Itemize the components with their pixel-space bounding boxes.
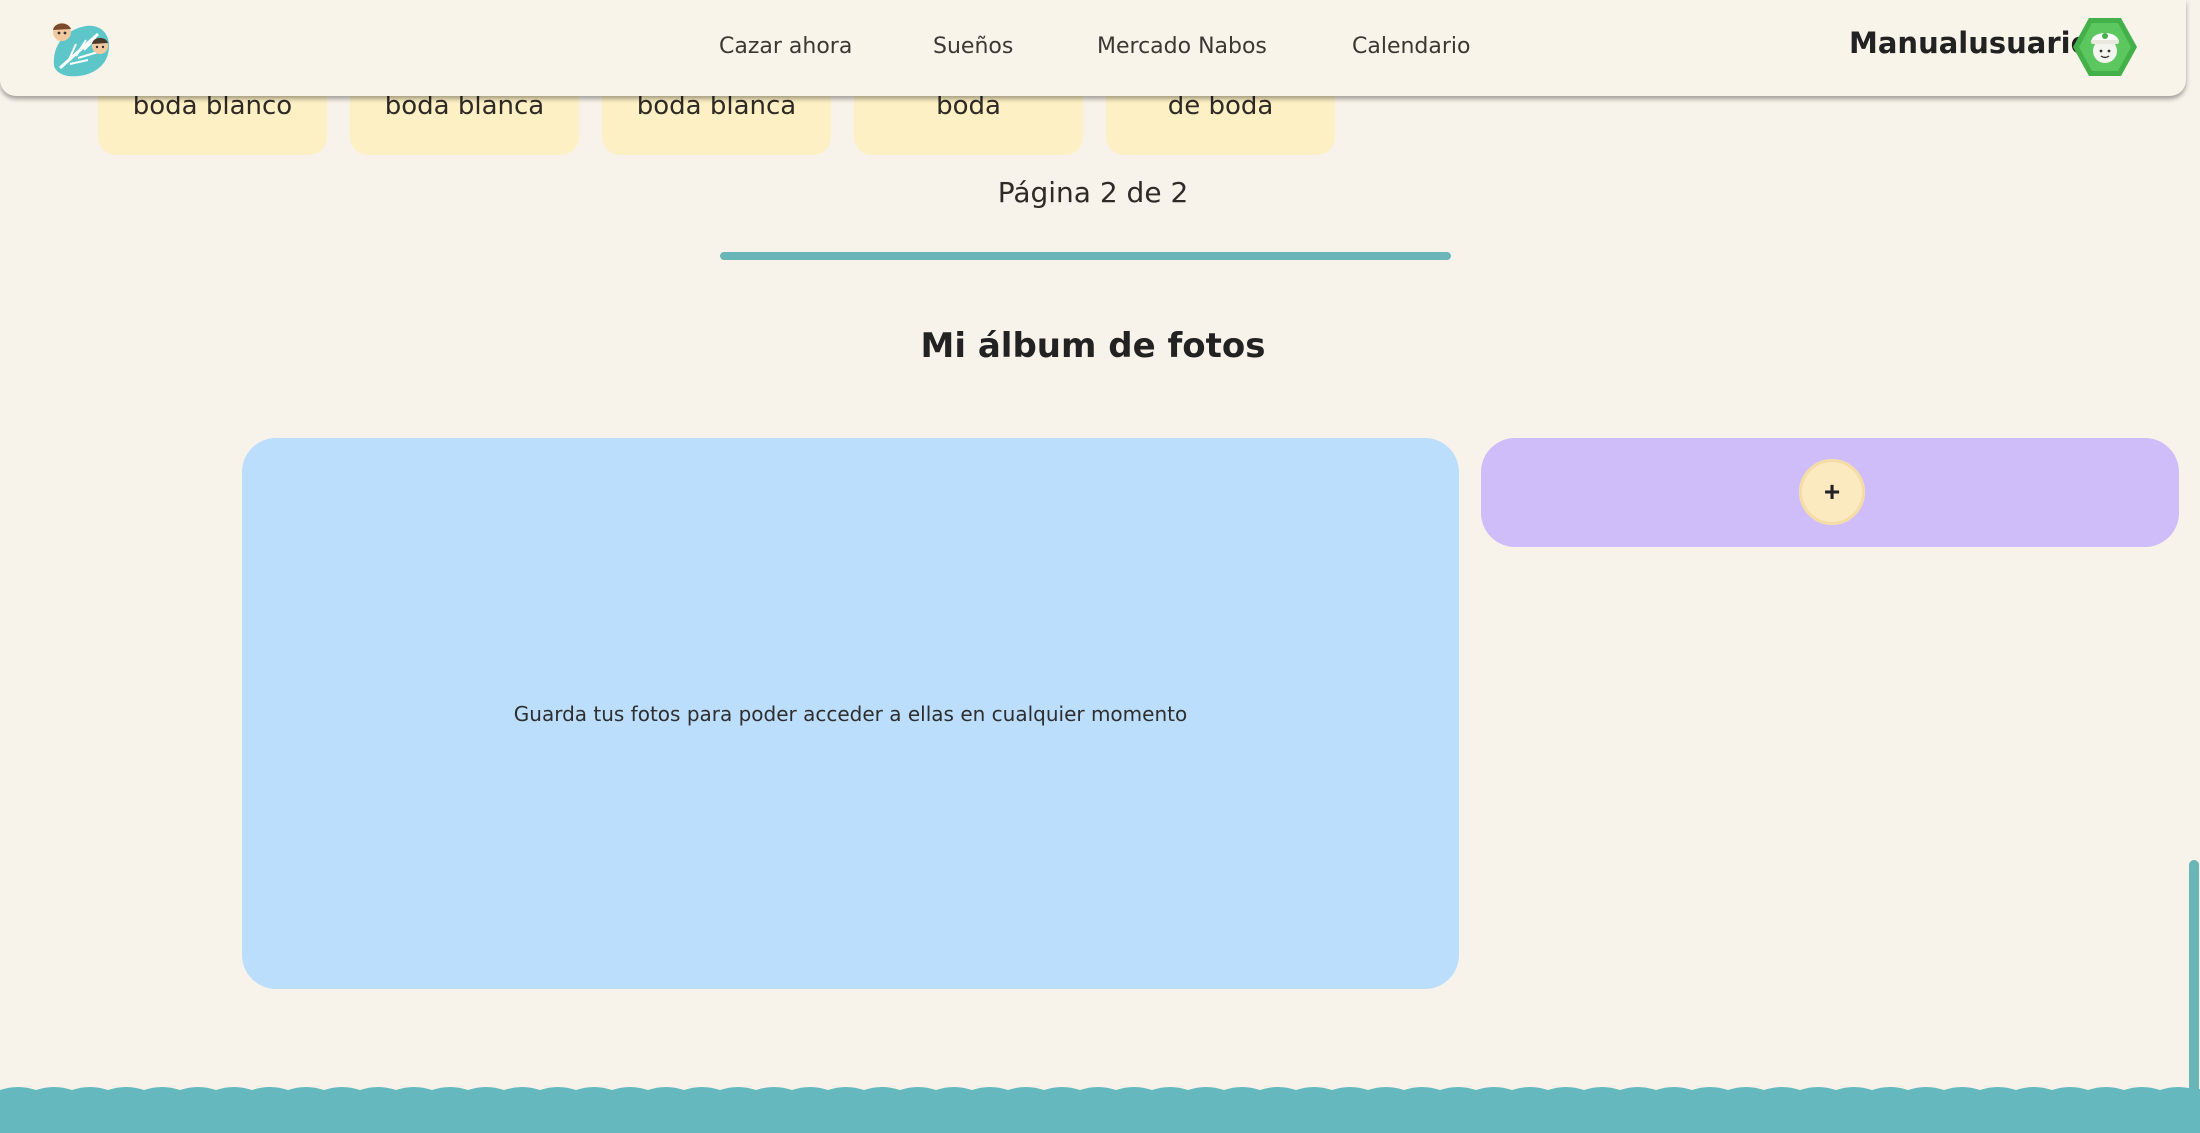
nav-calendario[interactable]: Calendario xyxy=(1352,0,1471,92)
nav-label: Cazar ahora xyxy=(719,33,853,59)
add-photo-panel: + xyxy=(1481,438,2179,547)
add-photo-button[interactable]: + xyxy=(1799,459,1865,525)
nav-mercado-nabos[interactable]: Mercado Nabos xyxy=(1097,0,1267,92)
nav-cazar-ahora[interactable]: Cazar ahora xyxy=(719,0,852,92)
top-navbar: Cazar ahora Sueños Mercado Nabos Calenda… xyxy=(0,0,2186,96)
footer-wave xyxy=(0,1080,2200,1133)
villager-avatar-icon[interactable] xyxy=(2072,16,2138,78)
album-title: Mi álbum de fotos xyxy=(920,326,1266,366)
leaf-logo-icon[interactable] xyxy=(46,16,116,80)
photo-album-panel: Guarda tus fotos para poder acceder a el… xyxy=(242,438,1459,989)
nav-suenos[interactable]: Sueños xyxy=(933,0,1013,92)
album-empty-message: Guarda tus fotos para poder acceder a el… xyxy=(513,701,1188,726)
nav-label: Calendario xyxy=(1352,33,1471,59)
page: boda blanco boda blanca boda blanca boda… xyxy=(0,0,2200,1133)
nav-label: Sueños xyxy=(933,33,1014,59)
pagination-text: Página 2 de 2 xyxy=(997,176,1189,209)
scrollbar[interactable] xyxy=(2186,0,2200,1133)
username[interactable]: Manualusuario xyxy=(1849,26,2091,60)
pagination-progress xyxy=(720,252,1451,260)
nav-label: Mercado Nabos xyxy=(1097,33,1267,59)
pagination-progress-fill xyxy=(720,252,1451,260)
